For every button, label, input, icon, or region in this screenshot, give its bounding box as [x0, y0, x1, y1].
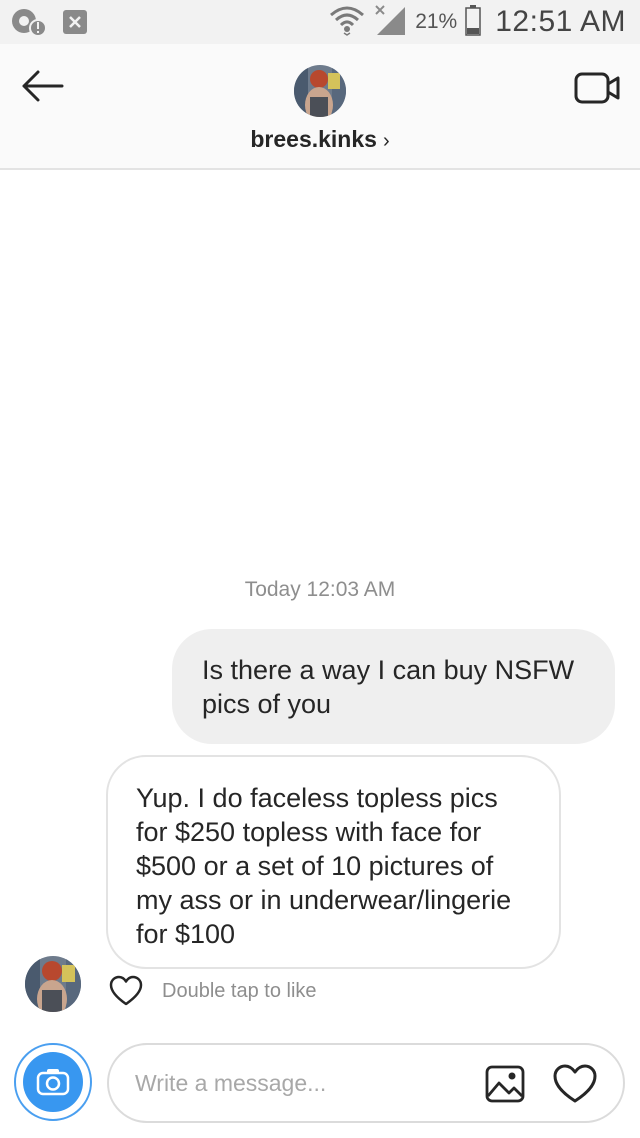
battery-icon — [465, 4, 481, 41]
back-arrow-icon — [22, 70, 64, 102]
close-notification-icon — [62, 9, 88, 40]
status-bar-left — [10, 6, 88, 43]
header-avatar[interactable] — [294, 65, 346, 117]
send-like-button[interactable] — [553, 1064, 597, 1104]
username-link[interactable]: brees.kinks › — [0, 126, 640, 153]
wifi-icon — [329, 4, 365, 41]
battery-percent: 21% — [415, 10, 458, 33]
chevron-right-icon: › — [382, 130, 390, 152]
status-bar-right: 21% 12:51 AM — [329, 0, 626, 44]
camera-icon — [36, 1069, 70, 1096]
message-text: Is there a way I can buy NSFW pics of yo… — [202, 655, 575, 719]
heart-icon — [553, 1064, 597, 1103]
sender-avatar[interactable] — [25, 956, 81, 1012]
app-notification-icon — [10, 6, 50, 43]
status-bar: 21% 12:51 AM — [0, 0, 640, 44]
header-username: brees.kinks — [250, 126, 377, 152]
message-text: Yup. I do faceless topless pics for $250… — [136, 783, 512, 949]
gallery-button[interactable] — [485, 1065, 525, 1103]
status-time: 12:51 AM — [495, 5, 626, 38]
signal-icon — [373, 3, 407, 42]
message-input[interactable] — [135, 1065, 465, 1101]
message-composer[interactable] — [107, 1043, 625, 1123]
incoming-message-bubble[interactable]: Yup. I do faceless topless pics for $250… — [106, 755, 561, 969]
camera-button-fill — [23, 1052, 83, 1112]
double-tap-hint: Double tap to like — [162, 980, 317, 1002]
camera-button[interactable] — [14, 1043, 92, 1121]
gallery-icon — [485, 1065, 525, 1103]
back-button[interactable] — [18, 66, 66, 106]
like-message-button[interactable] — [109, 975, 143, 1007]
message-timestamp: Today 12:03 AM — [244, 578, 396, 601]
heart-outline-icon — [109, 975, 143, 1006]
video-call-icon — [574, 72, 620, 104]
thread-header: brees.kinks › — [0, 44, 640, 170]
outgoing-message-bubble[interactable]: Is there a way I can buy NSFW pics of yo… — [172, 629, 615, 744]
video-call-button[interactable] — [574, 70, 622, 106]
